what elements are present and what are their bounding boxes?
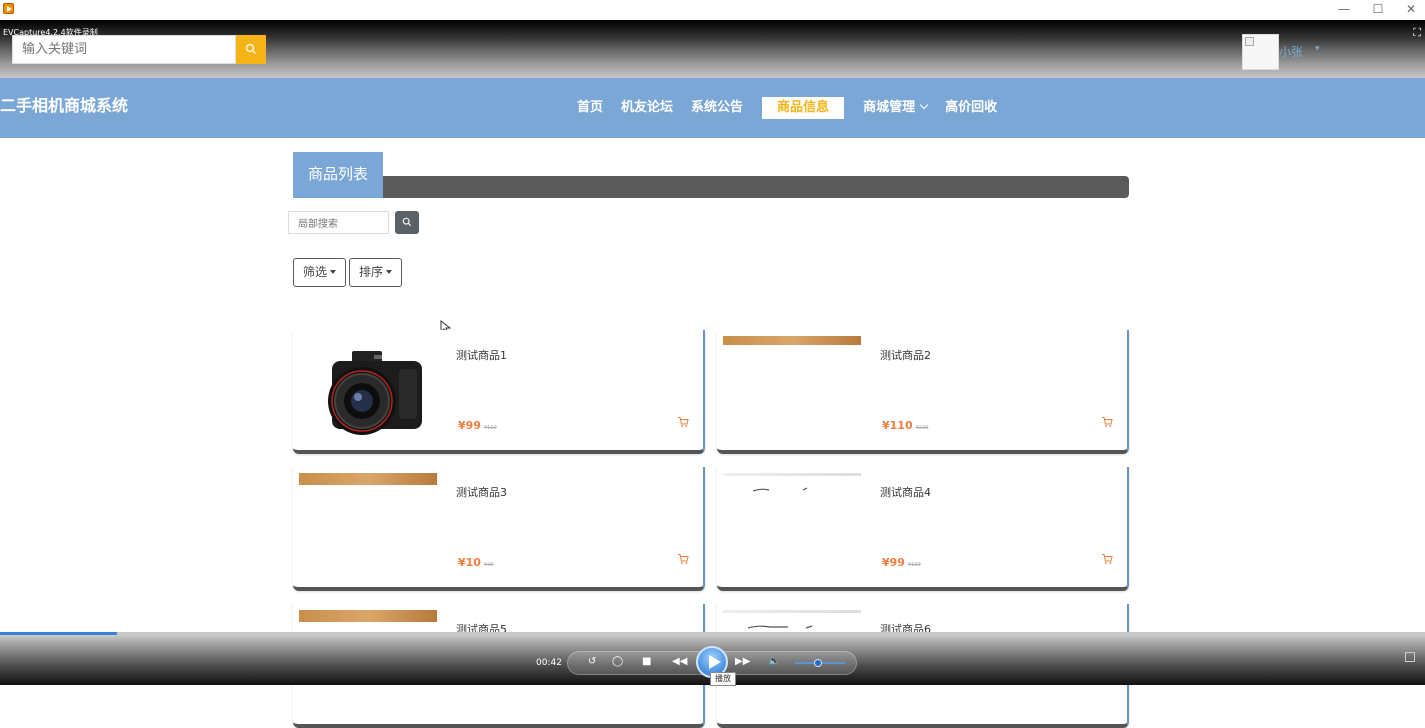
product-card[interactable]: 测试商品1 ¥99 ¥110: [293, 330, 705, 454]
sort-dropdown-button[interactable]: 排序: [349, 258, 402, 287]
rewind-icon[interactable]: ◀◀: [672, 656, 687, 667]
product-image-strip: [723, 336, 861, 345]
original-price: ¥20: [483, 562, 494, 568]
product-image[interactable]: [723, 336, 861, 446]
recorder-top-overlay: EVCapture4.2.4软件录制 ⛶ 小张 ▾: [0, 20, 1425, 78]
sale-price: ¥99: [882, 556, 905, 569]
loop-icon[interactable]: ↺: [588, 656, 596, 667]
product-price: ¥99 ¥110: [458, 419, 497, 432]
site-search-box[interactable]: [12, 35, 236, 64]
product-name[interactable]: 测试商品3: [456, 484, 507, 500]
main-navbar: 二手相机商城系统 首页 机友论坛 系统公告 商品信息 商城管理 高价回收: [0, 78, 1425, 138]
nav-item-announcements[interactable]: 系统公告: [682, 97, 752, 119]
window-titlebar: — ☐ ✕: [0, 0, 1425, 20]
sale-price: ¥110: [882, 419, 913, 432]
sale-price: ¥10: [458, 556, 481, 569]
filter-label: 筛选: [302, 265, 327, 279]
sale-price: ¥99: [458, 419, 481, 432]
nav-item-products[interactable]: 商品信息: [762, 97, 845, 119]
volume-slider-knob[interactable]: [813, 659, 822, 667]
nav-item-forum[interactable]: 机友论坛: [612, 97, 682, 119]
play-tooltip: 播放: [710, 672, 736, 686]
caret-down-icon: [386, 270, 392, 274]
product-image-fragment: [753, 487, 808, 492]
nav-item-label: 商城管理: [863, 100, 916, 115]
local-search-box[interactable]: [288, 211, 389, 235]
recorder-control-bar: 00:42 ↺ ◯ ■ ◀◀ ▶▶ 🔈 播放: [0, 632, 1425, 686]
product-name[interactable]: 测试商品4: [880, 484, 931, 500]
search-icon: [245, 43, 256, 54]
add-to-cart-icon[interactable]: [1101, 553, 1113, 565]
sort-label: 排序: [358, 265, 383, 279]
add-to-cart-icon[interactable]: [677, 553, 689, 565]
add-to-cart-icon[interactable]: [677, 416, 689, 428]
broken-image-icon: [1245, 37, 1254, 46]
chevron-down-icon[interactable]: ▾: [1315, 44, 1320, 54]
product-price: ¥10 ¥20: [458, 556, 494, 569]
product-image-strip: [299, 610, 437, 622]
app-icon: [3, 3, 14, 14]
close-button[interactable]: ✕: [1394, 0, 1425, 20]
nav-menu: 首页 机友论坛 系统公告 商品信息 商城管理 高价回收: [568, 96, 1006, 120]
original-price: ¥220: [915, 425, 929, 431]
nav-item-recycling[interactable]: 高价回收: [936, 97, 1006, 119]
product-card[interactable]: 测试商品2 ¥110 ¥220: [717, 330, 1129, 454]
product-image[interactable]: [723, 473, 861, 583]
nav-item-mall-management[interactable]: 商城管理: [854, 97, 936, 119]
refresh-icon[interactable]: ◯: [612, 656, 623, 667]
add-to-cart-icon[interactable]: [1101, 416, 1113, 428]
site-brand[interactable]: 二手相机商城系统: [0, 92, 128, 116]
nav-item-home[interactable]: 首页: [568, 97, 612, 119]
section-title: 商品列表: [293, 152, 383, 198]
product-price: ¥99 ¥100: [882, 556, 921, 569]
chevron-down-icon: [919, 100, 929, 110]
product-image[interactable]: [299, 473, 437, 583]
popout-icon[interactable]: [1405, 652, 1415, 662]
caret-down-icon: [330, 270, 336, 274]
fullscreen-toggle-icon[interactable]: ⛶: [1413, 26, 1421, 40]
product-name[interactable]: 测试商品2: [880, 347, 931, 363]
camera-image: [324, 341, 427, 446]
site-search-button[interactable]: [236, 35, 266, 64]
original-price: ¥110: [483, 425, 497, 431]
product-image-strip: [723, 610, 861, 613]
playback-time: 00:42: [536, 658, 562, 668]
user-name-link[interactable]: 小张: [1279, 43, 1303, 60]
local-search-button[interactable]: [395, 211, 419, 234]
product-card[interactable]: 测试商品4 ¥99 ¥100: [717, 467, 1129, 591]
site-search-input[interactable]: [13, 36, 235, 63]
product-image-strip: [723, 473, 861, 476]
volume-icon[interactable]: 🔈: [768, 656, 780, 667]
stop-icon[interactable]: ■: [642, 656, 651, 667]
avatar[interactable]: [1242, 34, 1279, 70]
section-header: 商品列表: [293, 152, 1129, 198]
minimize-button[interactable]: —: [1327, 0, 1361, 20]
product-price: ¥110 ¥220: [882, 419, 928, 432]
product-name[interactable]: 测试商品1: [456, 347, 507, 363]
product-image-fragment: [748, 625, 813, 629]
product-image[interactable]: [299, 336, 437, 446]
maximize-button[interactable]: ☐: [1361, 0, 1395, 20]
filter-dropdown-button[interactable]: 筛选: [293, 258, 346, 287]
product-card[interactable]: 测试商品3 ¥10 ¥20: [293, 467, 705, 591]
section-divider-bar: [383, 176, 1129, 198]
local-search-input[interactable]: [289, 214, 388, 235]
fast-forward-icon[interactable]: ▶▶: [735, 656, 750, 667]
playback-progress-track[interactable]: [0, 632, 1425, 635]
product-image-strip: [299, 473, 437, 485]
original-price: ¥100: [907, 562, 921, 568]
playback-progress-fill: [0, 632, 117, 635]
search-icon: [402, 217, 412, 227]
